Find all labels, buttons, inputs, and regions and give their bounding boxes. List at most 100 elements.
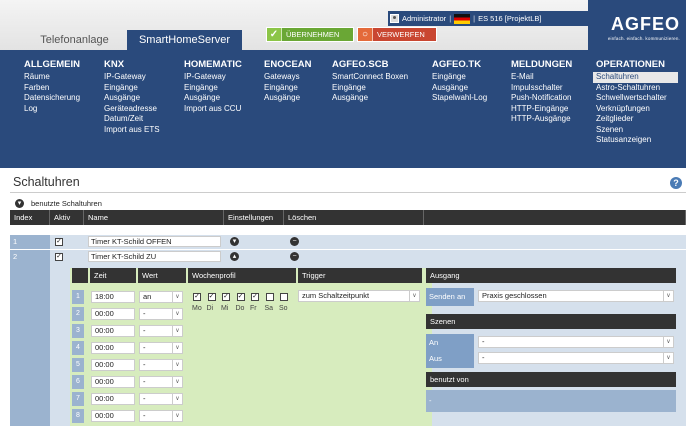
nav-heading[interactable]: ENOCEAN	[264, 59, 312, 70]
tab-telefonanlage[interactable]: Telefonanlage	[22, 30, 127, 50]
nav-heading[interactable]: HOMEMATIC	[184, 59, 242, 70]
nav-item[interactable]: Import aus CCU	[184, 104, 242, 115]
value-select[interactable]: - ∨	[139, 325, 183, 337]
weekday-checkbox[interactable]: ✓	[222, 293, 230, 301]
active-checkbox[interactable]: ✓	[55, 238, 63, 246]
aus-label: Aus	[426, 350, 474, 368]
nav-item[interactable]: Astro-Schaltuhren	[596, 83, 678, 94]
nav-item[interactable]: Impulsschalter	[511, 83, 572, 94]
nav-item[interactable]: Geräteadresse	[104, 104, 160, 115]
trigger-select[interactable]: zum Schaltzeitpunkt ∨	[298, 290, 420, 302]
weekday-checkbox[interactable]: ✓	[251, 293, 259, 301]
time-input[interactable]: 00:00	[91, 308, 135, 320]
name-input[interactable]: Timer KT-Schild OFFEN	[88, 236, 221, 247]
check-icon: ✓	[267, 28, 282, 41]
nav-item[interactable]: Eingänge	[184, 83, 242, 94]
section-toggle[interactable]: ▾ benutzte Schaltuhren	[15, 199, 102, 208]
time-input[interactable]: 00:00	[91, 359, 135, 371]
time-input[interactable]: 00:00	[91, 376, 135, 388]
apply-button[interactable]: ✓ ÜBERNEHMEN	[266, 27, 354, 42]
nav-column-knx: KNX IP-Gateway Eingänge Ausgänge Gerätea…	[104, 59, 160, 135]
name-input[interactable]: Timer KT-Schild ZU	[88, 251, 221, 262]
time-input[interactable]: 00:00	[91, 325, 135, 337]
nav-heading[interactable]: KNX	[104, 59, 160, 70]
weekday-checkbox[interactable]: ✓	[207, 293, 216, 301]
section-label: benutzte Schaltuhren	[31, 199, 102, 208]
value-select[interactable]: - ∨	[139, 393, 183, 405]
nav-item[interactable]: Eingänge	[332, 83, 408, 94]
weekday-label: Sa	[264, 305, 274, 312]
nav-item[interactable]: Ausgänge	[104, 93, 160, 104]
nav-item[interactable]: IP-Gateway	[104, 72, 160, 83]
settings-expand-icon[interactable]: ▾	[230, 237, 239, 246]
nav-item[interactable]: Datum/Zeit	[104, 114, 160, 125]
nav-item[interactable]: HTTP-Ausgänge	[511, 114, 572, 125]
delete-icon[interactable]: −	[290, 237, 299, 246]
weekday-checkbox[interactable]	[280, 293, 288, 301]
value-select[interactable]: - ∨	[139, 359, 183, 371]
detail-header-wert: Wert	[138, 268, 186, 283]
tab-smarthomeserver[interactable]: SmartHomeServer	[127, 30, 242, 50]
scene-off-select[interactable]: - ∨	[478, 352, 674, 364]
nav-item[interactable]: Schwellwertschalter	[596, 93, 678, 104]
used-by-value: -	[426, 390, 676, 412]
nav-item[interactable]: Ausgänge	[264, 93, 312, 104]
settings-collapse-icon[interactable]: ▴	[230, 252, 239, 261]
nav-heading[interactable]: ALLGEMEIN	[24, 59, 80, 70]
senden-an-select[interactable]: Praxis geschlossen ∨	[478, 290, 674, 302]
nav-heading[interactable]: MELDUNGEN	[511, 59, 572, 70]
nav-item[interactable]: Räume	[24, 72, 80, 83]
nav-item[interactable]: Gateways	[264, 72, 312, 83]
nav-item[interactable]: Szenen	[596, 125, 678, 136]
nav-item[interactable]: Ausgänge	[332, 93, 408, 104]
nav-item[interactable]: Push-Notification	[511, 93, 572, 104]
nav-item[interactable]: E-Mail	[511, 72, 572, 83]
nav-item[interactable]: IP-Gateway	[184, 72, 242, 83]
value-select[interactable]: - ∨	[139, 410, 183, 422]
trigger-value: zum Schaltzeitpunkt	[302, 291, 370, 300]
nav-heading[interactable]: AGFEO.SCB	[332, 59, 408, 70]
nav-item[interactable]: Datensicherung	[24, 93, 80, 104]
value-select-text: -	[143, 326, 146, 335]
nav-item[interactable]: Ausgänge	[432, 83, 487, 94]
discard-button[interactable]: ○ VERWERFEN	[357, 27, 437, 42]
nav-item[interactable]: SmartConnect Boxen	[332, 72, 408, 83]
german-flag-icon[interactable]	[454, 13, 471, 24]
user-name[interactable]: Administrator	[402, 14, 446, 23]
value-select[interactable]: - ∨	[139, 342, 183, 354]
nav-item[interactable]: Farben	[24, 83, 80, 94]
nav-column-agfeo-tk: AGFEO.TK Eingänge Ausgänge Stapelwahl-Lo…	[432, 59, 487, 104]
collapse-icon[interactable]: ▾	[15, 199, 24, 208]
nav-heading[interactable]: OPERATIONEN	[596, 59, 678, 70]
time-input[interactable]: 00:00	[91, 342, 135, 354]
nav-item[interactable]: Statusanzeigen	[596, 135, 678, 146]
nav-item[interactable]: Eingänge	[104, 83, 160, 94]
nav-item[interactable]: HTTP-Eingänge	[511, 104, 572, 115]
weekday-checkbox[interactable]: ✓	[193, 293, 201, 301]
nav-item-active[interactable]: Schaltuhren	[593, 72, 678, 83]
active-checkbox[interactable]: ✓	[55, 253, 63, 261]
user-icon	[390, 14, 399, 23]
nav-item[interactable]: Zeitglieder	[596, 114, 678, 125]
nav-item[interactable]: Eingänge	[432, 72, 487, 83]
weekday-checkbox[interactable]: ✓	[236, 293, 245, 301]
nav-heading[interactable]: AGFEO.TK	[432, 59, 487, 70]
value-select[interactable]: - ∨	[139, 308, 183, 320]
nav-item[interactable]: Eingänge	[264, 83, 312, 94]
time-input[interactable]: 18:00	[91, 291, 135, 303]
time-input[interactable]: 00:00	[91, 410, 135, 422]
nav-item[interactable]: Log	[24, 104, 80, 115]
weekday-checkbox[interactable]	[265, 293, 274, 301]
nav-item[interactable]: Ausgänge	[184, 93, 242, 104]
nav-item[interactable]: Verknüpfungen	[596, 104, 678, 115]
nav-item[interactable]: Stapelwahl-Log	[432, 93, 487, 104]
nav-item[interactable]: Import aus ETS	[104, 125, 160, 136]
delete-icon[interactable]: −	[290, 252, 299, 261]
detail-header-blank	[72, 268, 88, 283]
scene-on-select[interactable]: - ∨	[478, 336, 674, 348]
time-input[interactable]: 00:00	[91, 393, 135, 405]
value-select[interactable]: an ∨	[139, 291, 183, 303]
help-icon[interactable]: ?	[670, 177, 682, 189]
schedule-row-number: 2	[72, 307, 84, 321]
value-select[interactable]: - ∨	[139, 376, 183, 388]
